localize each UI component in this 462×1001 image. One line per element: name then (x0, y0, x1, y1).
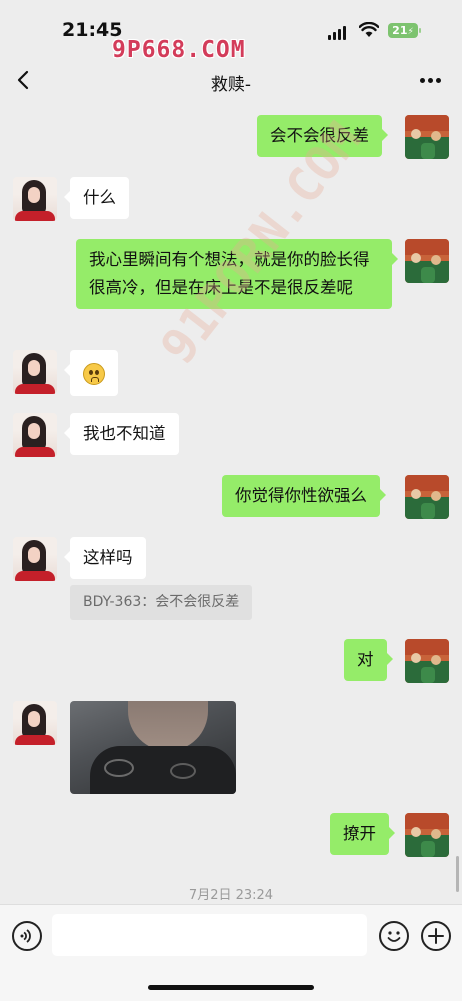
self-avatar[interactable] (405, 639, 449, 683)
message-bubble-incoming[interactable]: 我也不知道 (64, 413, 179, 455)
charging-bolt-icon: ⚡ (407, 27, 414, 37)
self-avatar[interactable] (405, 475, 449, 519)
chat-timestamp: 7月2日 23:24 (188, 888, 274, 903)
cellular-signal-icon (328, 26, 346, 40)
watermark-top: 9P668.COM (112, 37, 246, 63)
contact-avatar[interactable] (13, 537, 57, 581)
message-bubble-outgoing[interactable]: 撩开 (330, 813, 395, 855)
message-bubble-outgoing[interactable]: 我心里瞬间有个想法，就是你的脸长得很高冷，但是在床上是不是很反差呢 (76, 239, 398, 309)
message-bubble-incoming[interactable]: 什么 (64, 177, 129, 219)
message-input[interactable] (52, 914, 367, 956)
battery-level: 21 (392, 24, 408, 37)
self-avatar[interactable] (405, 813, 449, 857)
plus-icon (428, 928, 444, 944)
contact-avatar[interactable] (13, 177, 57, 221)
wifi-icon (359, 22, 379, 37)
message-bubble-outgoing[interactable]: 对 (344, 639, 392, 681)
nav-bar: 救赎- (0, 58, 462, 104)
battery-indicator: 21⚡ (388, 23, 421, 38)
self-avatar[interactable] (405, 115, 449, 159)
message-bubble-incoming[interactable] (64, 350, 118, 396)
self-avatar[interactable] (405, 239, 449, 283)
home-indicator (148, 985, 314, 990)
contact-avatar[interactable] (13, 413, 57, 457)
emoji-button[interactable] (379, 921, 409, 951)
image-message[interactable] (70, 701, 236, 794)
contact-avatar[interactable] (13, 701, 57, 745)
more-button[interactable] (416, 68, 446, 92)
quoted-message[interactable]: BDY-363：会不会很反差 (70, 585, 253, 620)
plus-button[interactable] (421, 921, 451, 951)
input-bar (0, 904, 462, 1001)
voice-button[interactable] (12, 921, 42, 951)
contact-avatar[interactable] (13, 350, 57, 394)
voice-icon (20, 929, 31, 943)
message-bubble-outgoing[interactable]: 会不会很反差 (257, 115, 388, 157)
emoji-icon (387, 931, 401, 942)
message-bubble-outgoing[interactable]: 你觉得你性欲强么 (222, 475, 386, 517)
flushed-face-emoji-icon (83, 363, 105, 385)
scrollbar[interactable] (456, 856, 459, 892)
message-bubble-incoming[interactable]: 这样吗 (64, 537, 146, 579)
chat-title: 救赎- (210, 75, 252, 95)
